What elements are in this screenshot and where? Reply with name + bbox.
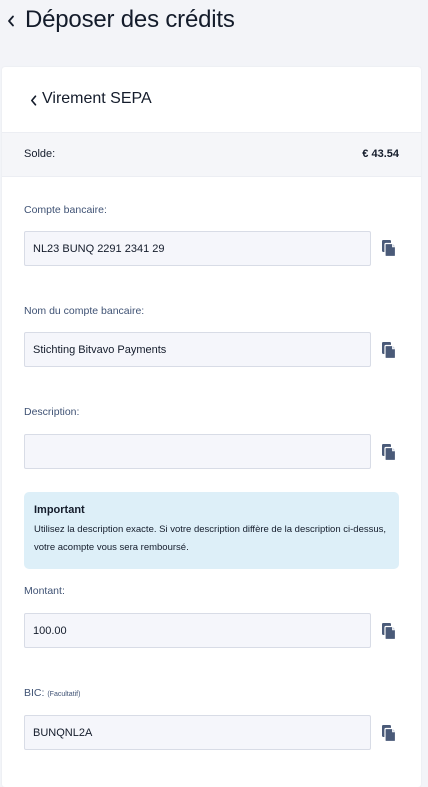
- account-name-field[interactable]: [24, 332, 371, 367]
- sepa-transfer-card: Virement SEPA Solde: € 43.54 Compte banc…: [2, 67, 421, 787]
- amount-label: Montant:: [24, 585, 65, 597]
- card-title: Virement SEPA: [42, 90, 152, 107]
- card-header: Virement SEPA: [2, 67, 421, 133]
- copy-bic-button[interactable]: [380, 723, 398, 743]
- bic-label: BIC: (Facultatif): [24, 687, 80, 699]
- notice-text: Utilisez la description exacte. Si votre…: [34, 524, 387, 553]
- page-header: Déposer des crédits: [0, 0, 428, 44]
- back-chevron-icon[interactable]: [5, 14, 17, 28]
- bic-field[interactable]: [24, 715, 371, 750]
- copy-description-button[interactable]: [380, 442, 398, 462]
- sub-back-chevron-icon[interactable]: [28, 93, 38, 107]
- copy-icon: [382, 342, 397, 359]
- bic-label-text: BIC:: [24, 687, 45, 699]
- notice-title: Important: [34, 504, 85, 516]
- bic-optional-note: (Facultatif): [47, 691, 81, 698]
- page-title: Déposer des crédits: [25, 6, 235, 33]
- description-field[interactable]: [24, 434, 371, 469]
- copy-icon: [382, 444, 397, 461]
- copy-icon: [382, 725, 397, 742]
- balance-row: Solde: € 43.54: [2, 133, 421, 177]
- copy-account-name-button[interactable]: [380, 340, 398, 360]
- description-label: Description:: [24, 406, 80, 418]
- balance-value: € 43.54: [362, 148, 399, 160]
- balance-label: Solde:: [24, 148, 56, 160]
- copy-icon: [382, 623, 397, 640]
- account-name-label: Nom du compte bancaire:: [24, 305, 145, 317]
- copy-icon: [382, 240, 397, 257]
- iban-field[interactable]: [24, 231, 371, 266]
- copy-iban-button[interactable]: [380, 238, 398, 258]
- copy-amount-button[interactable]: [380, 621, 398, 641]
- amount-field[interactable]: [24, 613, 371, 648]
- iban-label: Compte bancaire:: [24, 204, 107, 216]
- important-notice: Important Utilisez la description exacte…: [24, 492, 399, 569]
